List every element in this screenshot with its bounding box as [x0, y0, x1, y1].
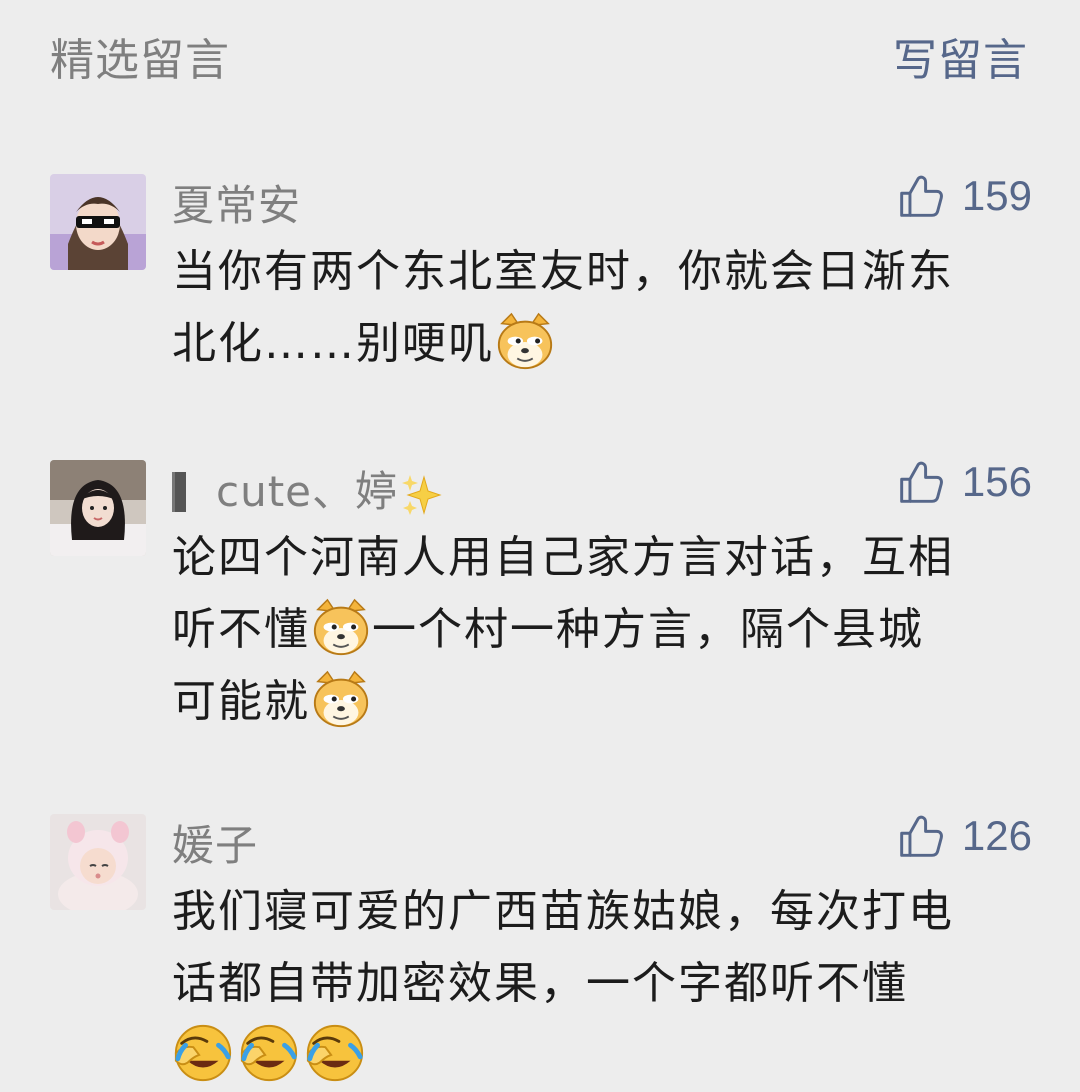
avatar[interactable]: [50, 814, 146, 910]
thumbs-up-icon: [898, 813, 944, 859]
thumbs-up-icon: [898, 459, 944, 505]
doge-icon: [310, 596, 372, 658]
write-comment-link[interactable]: 写留言: [893, 24, 1028, 88]
thumbs-up-icon: [898, 173, 944, 219]
comment-text: 论四个河南人用自己家方言对话，互相 听不懂 一个村一种方言，隔个县城 可能就: [172, 522, 1032, 738]
like-button[interactable]: 156: [898, 454, 1032, 510]
comment-line: 北化……别哽叽: [172, 308, 1032, 380]
comment-line: 话都自带加密效果，一个字都听不懂: [172, 958, 908, 1009]
comment-line: 当你有两个东北室友时，你就会日渐东: [172, 246, 954, 297]
sparkles-icon: [402, 473, 442, 517]
section-title: 精选留言: [50, 35, 230, 86]
doge-icon: [494, 310, 556, 372]
comment-line: 听不懂 一个村一种方言，隔个县城: [172, 594, 1032, 666]
like-button[interactable]: 159: [898, 168, 1032, 224]
nickname[interactable]: 夏常安: [172, 172, 301, 233]
avatar[interactable]: [50, 460, 146, 556]
comments-header: 精选留言 写留言: [0, 0, 1080, 100]
comment-text-segment: 北化……别哽叽: [172, 318, 494, 369]
comment-text-segment: 一个村一种方言，隔个县城: [372, 604, 924, 655]
like-count: 156: [961, 458, 1032, 505]
facepalm-cry-icon: [238, 1022, 300, 1084]
like-button[interactable]: 126: [898, 808, 1032, 864]
avatar[interactable]: [50, 174, 146, 270]
doge-icon: [310, 668, 372, 730]
comment-text-segment: 听不懂: [172, 604, 310, 655]
nickname-text: cute、婷: [216, 467, 399, 516]
nickname[interactable]: 媛子: [172, 812, 258, 873]
comment-line: 可能就: [172, 666, 1032, 738]
comment-text: 当你有两个东北室友时，你就会日渐东 北化……别哽叽: [172, 236, 1032, 380]
facepalm-cry-icon: [172, 1022, 234, 1084]
nickname[interactable]: cute、婷: [172, 458, 442, 519]
comment-line: 我们寝可爱的广西苗族姑娘，每次打电: [172, 886, 954, 937]
comment-line: [172, 1020, 1032, 1092]
facepalm-cry-icon: [304, 1022, 366, 1084]
nickname-prefix-mark: [172, 471, 186, 512]
comment-text: 我们寝可爱的广西苗族姑娘，每次打电 话都自带加密效果，一个字都听不懂: [172, 876, 1032, 1092]
comment-line: 论四个河南人用自己家方言对话，互相: [172, 532, 954, 583]
comment-text-segment: 可能就: [172, 676, 310, 727]
like-count: 159: [961, 172, 1032, 219]
like-count: 126: [961, 812, 1032, 859]
